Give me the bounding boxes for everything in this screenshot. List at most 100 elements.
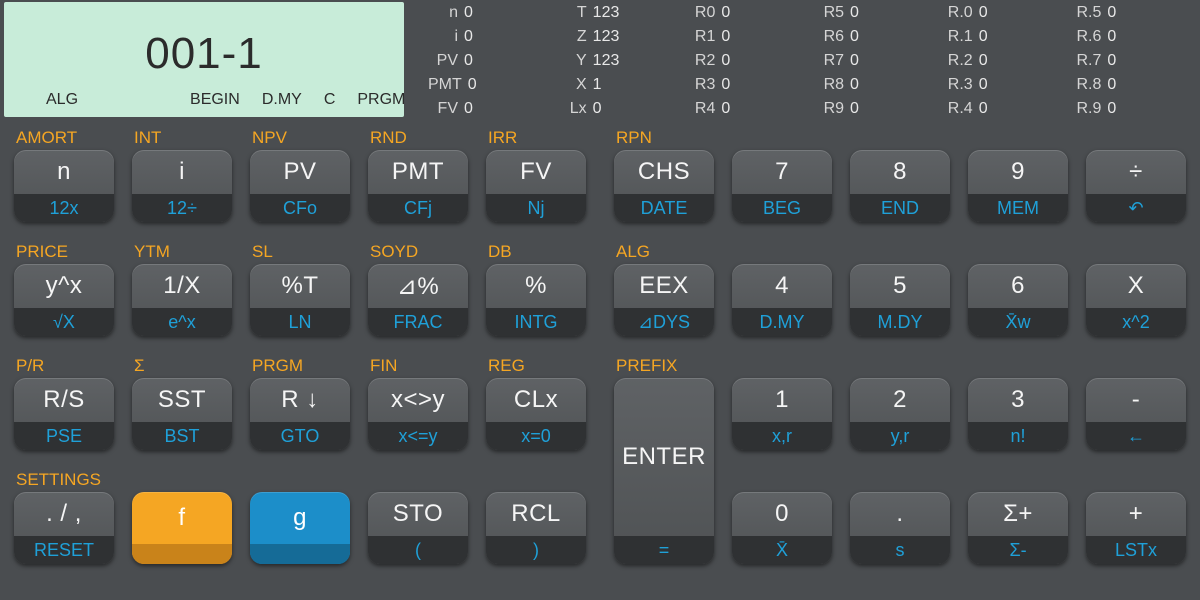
key-sub: X̄ <box>732 536 832 564</box>
key--[interactable]: Σ+Σ- <box>968 492 1068 564</box>
key-5[interactable]: 5M.DY <box>850 264 950 336</box>
key--[interactable]: .s <box>850 492 950 564</box>
key-fv[interactable]: FVNj <box>486 150 586 222</box>
key-eex[interactable]: EEX⊿DYS <box>614 264 714 336</box>
key-face: 7 <box>732 150 832 194</box>
register-row: R20 <box>685 52 804 70</box>
register-label: Lx <box>557 100 587 118</box>
key-sub: MEM <box>968 194 1068 222</box>
key-face: 1/X <box>132 264 232 308</box>
register-value: 0 <box>721 52 730 70</box>
key-face: n <box>14 150 114 194</box>
key--[interactable]: %INTG <box>486 264 586 336</box>
key-sub: x^2 <box>1086 308 1186 336</box>
key-8[interactable]: 8END <box>850 150 950 222</box>
key-i[interactable]: i12÷ <box>132 150 232 222</box>
register-row: Lx0 <box>557 100 676 118</box>
key-6[interactable]: 6X̄w <box>968 264 1068 336</box>
register-value: 0 <box>721 76 730 94</box>
key-sto[interactable]: STO( <box>368 492 468 564</box>
key-1[interactable]: 1x,r <box>732 378 832 450</box>
register-label: Y <box>557 52 587 70</box>
key-r-s[interactable]: R/SPSE <box>14 378 114 450</box>
key-f[interactable]: f <box>132 492 232 564</box>
key-face: RCL <box>486 492 586 536</box>
key-sst[interactable]: SSTBST <box>132 378 232 450</box>
register-column: R50R60R70R80R90 <box>814 2 933 120</box>
key-sub: s <box>850 536 950 564</box>
register-label: R.9 <box>1071 100 1101 118</box>
annun-alg: ALG <box>46 91 78 109</box>
key-4[interactable]: 4D.MY <box>732 264 832 336</box>
key-face: 6 <box>968 264 1068 308</box>
key-sub: LN <box>250 308 350 336</box>
annun-dmy: D.MY <box>262 91 302 109</box>
key--t[interactable]: %TLN <box>250 264 350 336</box>
register-label: X <box>557 76 587 94</box>
key-pmt[interactable]: PMTCFj <box>368 150 468 222</box>
key-face: ⊿% <box>368 264 468 308</box>
key--[interactable]: -← <box>1086 378 1186 450</box>
key--[interactable]: ⊿%FRAC <box>368 264 468 336</box>
key-sub: 12÷ <box>132 194 232 222</box>
key-face: STO <box>368 492 468 536</box>
key-sub: Nj <box>486 194 586 222</box>
key-enter[interactable]: ENTER= <box>614 378 714 564</box>
key-x-y[interactable]: x<>yx<=y <box>368 378 468 450</box>
key--[interactable]: ÷↶ <box>1086 150 1186 222</box>
key-sub: PSE <box>14 422 114 450</box>
key-clx[interactable]: CLxx=0 <box>486 378 586 450</box>
key-face: PMT <box>368 150 468 194</box>
key-g[interactable]: g <box>250 492 350 564</box>
key-rcl[interactable]: RCL) <box>486 492 586 564</box>
key-7[interactable]: 7BEG <box>732 150 832 222</box>
key-0[interactable]: 0X̄ <box>732 492 832 564</box>
key-3[interactable]: 3n! <box>968 378 1068 450</box>
key-x[interactable]: Xx^2 <box>1086 264 1186 336</box>
register-value: 0 <box>1107 28 1116 46</box>
key-face: 1 <box>732 378 832 422</box>
key--[interactable]: . / ,RESET <box>14 492 114 564</box>
register-column: R.00R.10R.20R.30R.40 <box>943 2 1062 120</box>
register-panel: n0i0PV0PMT0FV0T123Z123Y123X1Lx0R00R10R20… <box>408 0 1200 120</box>
key-sub: X̄w <box>968 308 1068 336</box>
register-value: 0 <box>850 76 859 94</box>
key-sub: DATE <box>614 194 714 222</box>
key-face: 3 <box>968 378 1068 422</box>
register-row: Y123 <box>557 52 676 70</box>
register-row: R.70 <box>1071 52 1190 70</box>
key-sub: x=0 <box>486 422 586 450</box>
shift-label: ALG <box>616 242 650 262</box>
shift-label: REG <box>488 356 525 376</box>
key-pv[interactable]: PVCFo <box>250 150 350 222</box>
key-face: % <box>486 264 586 308</box>
register-value: 0 <box>1107 76 1116 94</box>
register-row: n0 <box>428 4 547 22</box>
key-9[interactable]: 9MEM <box>968 150 1068 222</box>
key-r-[interactable]: R ↓GTO <box>250 378 350 450</box>
register-value: 0 <box>721 100 730 118</box>
key-2[interactable]: 2y,r <box>850 378 950 450</box>
top-strip: 001-1 ALG BEGIN D.MY C PRGM n0i0PV0PMT0F… <box>0 0 1200 120</box>
key-y-x[interactable]: y^x√X <box>14 264 114 336</box>
register-label: R.0 <box>943 4 973 22</box>
register-value: 0 <box>464 52 473 70</box>
key-face: Σ+ <box>968 492 1068 536</box>
key-sub: ⊿DYS <box>614 308 714 336</box>
key--[interactable]: +LSTx <box>1086 492 1186 564</box>
register-column: R.50R.60R.70R.80R.90 <box>1071 2 1190 120</box>
register-value: 0 <box>464 28 473 46</box>
register-label: R1 <box>685 28 715 46</box>
key-n[interactable]: n12x <box>14 150 114 222</box>
register-label: Z <box>557 28 587 46</box>
key-sub: 12x <box>14 194 114 222</box>
key-sub: GTO <box>250 422 350 450</box>
key-1-x[interactable]: 1/Xe^x <box>132 264 232 336</box>
register-value: 0 <box>468 76 477 94</box>
lcd-main-value: 001-1 <box>16 10 392 91</box>
register-row: R.10 <box>943 28 1062 46</box>
key-sub: Σ- <box>968 536 1068 564</box>
key-sub: x,r <box>732 422 832 450</box>
register-label: PV <box>428 52 458 70</box>
key-chs[interactable]: CHSDATE <box>614 150 714 222</box>
